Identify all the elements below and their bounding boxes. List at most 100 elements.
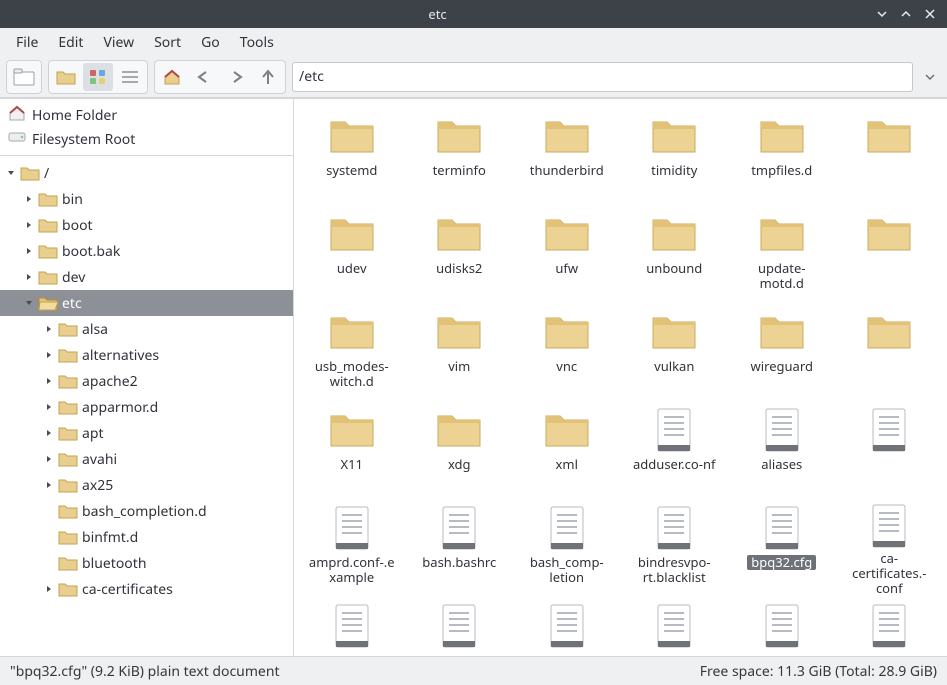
file-item-file[interactable]: aliases: [728, 401, 836, 497]
chevron-right-icon[interactable]: [42, 374, 56, 388]
file-item-folder[interactable]: [836, 205, 944, 301]
file-item-folder[interactable]: [836, 303, 944, 399]
file-item-file[interactable]: ca-certificates.-conf: [836, 499, 944, 595]
chevron-down-icon[interactable]: [22, 296, 36, 310]
chevron-right-icon[interactable]: [42, 582, 56, 596]
menu-tools[interactable]: Tools: [230, 29, 284, 56]
chevron-right-icon[interactable]: [42, 478, 56, 492]
menu-go[interactable]: Go: [191, 29, 230, 56]
menu-file[interactable]: File: [6, 29, 48, 56]
tree-row[interactable]: apt: [0, 420, 293, 446]
icon-view-button[interactable]: [83, 63, 113, 91]
text-file-icon: [656, 601, 692, 651]
directory-tree[interactable]: / binbootboot.bakdevetcalsaalternativesa…: [0, 156, 293, 656]
place-filesystem-root[interactable]: Filesystem Root: [0, 127, 293, 151]
file-item-file[interactable]: [836, 401, 944, 497]
tree-row[interactable]: boot.bak: [0, 238, 293, 264]
text-file-icon: [764, 601, 800, 651]
chevron-right-icon[interactable]: [42, 400, 56, 414]
tree-row[interactable]: alsa: [0, 316, 293, 342]
file-item-file[interactable]: [621, 597, 729, 656]
tree-row[interactable]: ca-certificates: [0, 576, 293, 602]
file-item-file[interactable]: [298, 597, 406, 656]
file-item-folder[interactable]: [836, 107, 944, 203]
file-item-file[interactable]: adduser.co-nf: [621, 401, 729, 497]
file-item-folder[interactable]: unbound: [621, 205, 729, 301]
history-dropdown-button[interactable]: [919, 62, 941, 92]
file-item-folder[interactable]: timidity: [621, 107, 729, 203]
chevron-right-icon[interactable]: [22, 192, 36, 206]
tree-row[interactable]: ax25: [0, 472, 293, 498]
go-forward-button[interactable]: [221, 63, 251, 91]
file-item-folder[interactable]: udisks2: [406, 205, 514, 301]
list-view-button[interactable]: [115, 63, 145, 91]
file-item-folder[interactable]: vim: [406, 303, 514, 399]
file-item-folder[interactable]: tmpfiles.d: [728, 107, 836, 203]
chevron-right-icon[interactable]: [42, 426, 56, 440]
menu-view[interactable]: View: [93, 29, 144, 56]
file-item-folder[interactable]: systemd: [298, 107, 406, 203]
tree-row[interactable]: etc: [0, 290, 293, 316]
file-item-file[interactable]: bpq32.cfg: [728, 499, 836, 595]
chevron-right-icon[interactable]: [42, 452, 56, 466]
file-item-folder[interactable]: ufw: [513, 205, 621, 301]
text-file-icon: [656, 405, 692, 455]
file-item-folder[interactable]: terminfo: [406, 107, 514, 203]
file-item-folder[interactable]: X11: [298, 401, 406, 497]
tree-row[interactable]: dev: [0, 264, 293, 290]
file-item-folder[interactable]: udev: [298, 205, 406, 301]
file-item-folder[interactable]: usb_modes-witch.d: [298, 303, 406, 399]
file-label: adduser.co-nf: [631, 457, 717, 472]
file-item-file[interactable]: [836, 597, 944, 656]
path-bar[interactable]: /etc: [292, 62, 913, 92]
window-close-button[interactable]: [921, 5, 939, 23]
file-item-folder[interactable]: wireguard: [728, 303, 836, 399]
workspace: Home Folder Filesystem Root / binbootboo…: [0, 98, 947, 656]
file-item-folder[interactable]: thunderbird: [513, 107, 621, 203]
window-minimize-button[interactable]: [873, 5, 891, 23]
folder-view-button[interactable]: [51, 63, 81, 91]
file-item-file[interactable]: bash.bashrc: [406, 499, 514, 595]
go-back-button[interactable]: [189, 63, 219, 91]
place-home-folder[interactable]: Home Folder: [0, 103, 293, 127]
file-item-folder[interactable]: vnc: [513, 303, 621, 399]
file-item-file[interactable]: [513, 597, 621, 656]
tree-row[interactable]: bin: [0, 186, 293, 212]
menu-sort[interactable]: Sort: [144, 29, 191, 56]
text-file-icon: [871, 405, 907, 455]
chevron-right-icon[interactable]: [42, 348, 56, 362]
chevron-right-icon[interactable]: [42, 322, 56, 336]
go-home-button[interactable]: [157, 63, 187, 91]
chevron-right-icon[interactable]: [22, 218, 36, 232]
tree-row[interactable]: boot: [0, 212, 293, 238]
file-item-file[interactable]: [406, 597, 514, 656]
file-item-folder[interactable]: update-motd.d: [728, 205, 836, 301]
tree-row-root[interactable]: /: [0, 160, 293, 186]
new-tab-button[interactable]: [9, 63, 39, 91]
tree-row[interactable]: apache2: [0, 368, 293, 394]
file-item-folder[interactable]: xml: [513, 401, 621, 497]
tree-row[interactable]: alternatives: [0, 342, 293, 368]
folder-icon: [38, 217, 58, 233]
tree-row[interactable]: binfmt.d: [0, 524, 293, 550]
tree-row[interactable]: bluetooth: [0, 550, 293, 576]
tree-row[interactable]: bash_completion.d: [0, 498, 293, 524]
file-label: wireguard: [749, 359, 815, 374]
go-up-button[interactable]: [253, 63, 283, 91]
chevron-right-icon[interactable]: [22, 244, 36, 258]
file-item-file[interactable]: [728, 597, 836, 656]
file-label: timidity: [649, 163, 699, 178]
file-pane[interactable]: systemdterminfothunderbird timidity tmpfil…: [294, 99, 947, 656]
window-maximize-button[interactable]: [897, 5, 915, 23]
file-label: unbound: [644, 261, 704, 276]
chevron-down-icon[interactable]: [4, 166, 18, 180]
file-item-file[interactable]: bash_comp-letion: [513, 499, 621, 595]
chevron-right-icon[interactable]: [22, 270, 36, 284]
file-item-folder[interactable]: xdg: [406, 401, 514, 497]
file-item-folder[interactable]: vulkan: [621, 303, 729, 399]
tree-row[interactable]: apparmor.d: [0, 394, 293, 420]
menu-edit[interactable]: Edit: [48, 29, 93, 56]
tree-row[interactable]: avahi: [0, 446, 293, 472]
file-item-file[interactable]: bindresvpo-rt.blacklist: [621, 499, 729, 595]
file-item-file[interactable]: amprd.conf-.example: [298, 499, 406, 595]
